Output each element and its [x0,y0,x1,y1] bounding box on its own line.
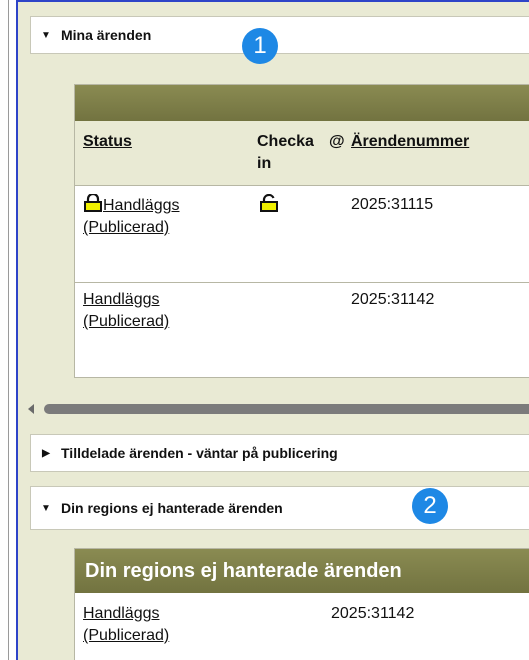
accordion-title: Tilldelade ärenden - väntar på publiceri… [61,445,338,461]
step-badge-1: 1 [242,28,278,64]
column-header-checkin: Checka in [257,133,314,172]
status-link[interactable]: Handläggs [83,605,160,622]
status-sublink[interactable]: (Publicerad) [83,627,169,644]
mina-arenden-table: Status Checka in @ Ärendenummer Handlägg… [74,84,529,378]
status-link[interactable]: Handläggs [83,291,160,308]
step-badge-2: 2 [412,488,448,524]
panel-title: Din regions ej hanterade ärenden [85,559,402,582]
triangle-down-icon: ▼ [41,502,51,514]
table-header-row: Status Checka in @ Ärendenummer [75,121,529,186]
table-row: Handläggs (Publicerad) 2025:31142 [75,593,529,660]
outer-divider [8,0,9,660]
column-header-at: @ [329,133,345,150]
content-frame: ▼ Mina ärenden 1 Status Checka in @ Ären… [16,0,529,660]
accordion-title: Din regions ej hanterade ärenden [61,500,283,516]
accordion-din-regions-arenden[interactable]: ▼ Din regions ej hanterade ärenden [30,486,529,530]
triangle-down-icon: ▼ [41,29,51,41]
column-header-status[interactable]: Status [83,131,132,153]
padlock-icon [84,194,102,212]
table-title-bar: Din regions ej hanterade ärenden [75,549,529,593]
table-row: Handläggs (Publicerad) 2025:31142 [75,283,529,377]
scrollbar-thumb[interactable] [44,404,529,414]
table-title-bar [75,85,529,121]
status-cell: Handläggs (Publicerad) [83,603,169,647]
arendenummer-cell: 2025:31142 [331,605,415,622]
accordion-title: Mina ärenden [61,27,152,43]
status-sublink[interactable]: (Publicerad) [83,219,169,236]
din-regions-table: Din regions ej hanterade ärenden Handläg… [74,548,529,660]
column-header-arendenummer[interactable]: Ärendenummer [351,131,469,153]
arendenummer-cell: 2025:31142 [351,291,435,308]
checkin-cell[interactable] [259,194,279,217]
table-row: Handläggs (Publicerad) 2025:31115 [75,186,529,283]
triangle-right-icon: ▶ [42,447,50,459]
status-cell: Handläggs (Publicerad) [83,194,180,239]
status-link[interactable]: Handläggs [103,197,180,214]
accordion-mina-arenden[interactable]: ▼ Mina ärenden [30,16,529,54]
scroll-left-arrow-icon[interactable] [28,404,34,414]
padlock-open-icon[interactable] [259,194,279,212]
arendenummer-cell: 2025:31115 [351,196,434,213]
accordion-tilldelade-arenden[interactable]: ▶ Tilldelade ärenden - väntar på publice… [30,434,529,472]
horizontal-scrollbar[interactable] [28,404,529,414]
status-cell: Handläggs (Publicerad) [83,289,169,333]
status-sublink[interactable]: (Publicerad) [83,313,169,330]
